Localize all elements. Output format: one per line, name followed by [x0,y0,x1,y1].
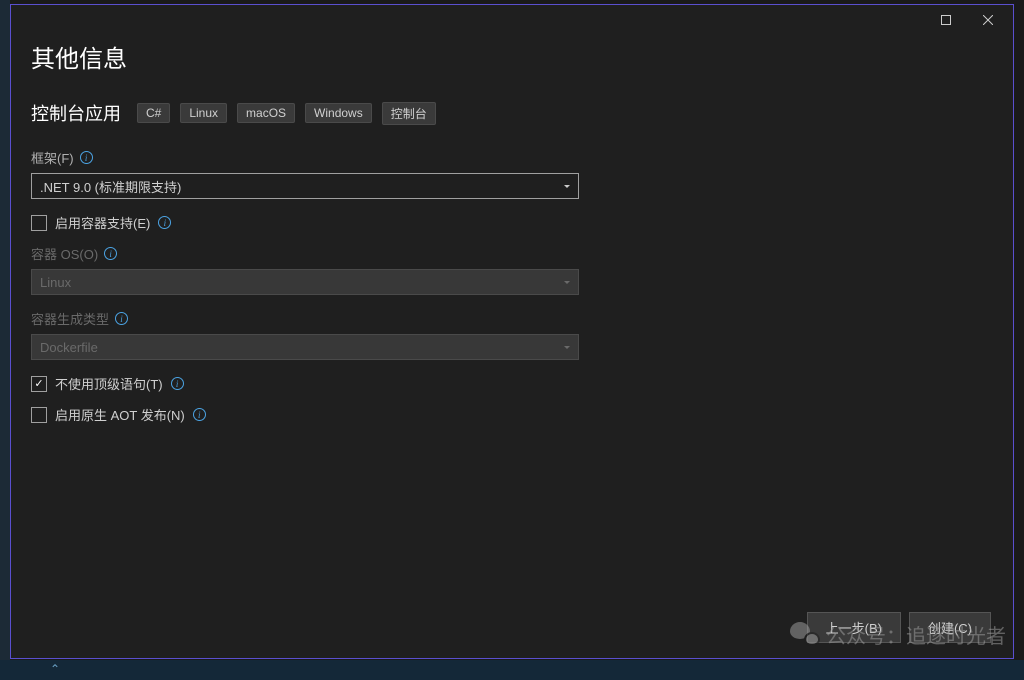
container-build-type-group: 容器生成类型 i Dockerfile [31,309,993,360]
subtitle: 控制台应用 [31,100,121,126]
chevron-down-icon [564,185,570,188]
container-support-label[interactable]: 启用容器支持(E) [55,213,150,232]
info-icon[interactable]: i [158,216,171,229]
close-button[interactable] [967,6,1009,34]
container-build-type-value: Dockerfile [40,340,98,355]
no-toplevel-label[interactable]: 不使用顶级语句(T) [55,374,163,393]
info-icon[interactable]: i [171,377,184,390]
container-os-value: Linux [40,275,71,290]
additional-info-dialog: 其他信息 控制台应用 C# Linux macOS Windows 控制台 框架… [10,4,1014,659]
info-icon[interactable]: i [80,151,93,164]
no-toplevel-row: 不使用顶级语句(T) i [31,374,993,393]
container-os-group: 容器 OS(O) i Linux [31,244,993,295]
container-build-type-label: 容器生成类型 [31,309,109,328]
subtitle-row: 控制台应用 C# Linux macOS Windows 控制台 [31,100,993,126]
tag-csharp: C# [137,103,170,123]
back-button[interactable]: 上一步(B) [807,612,901,643]
maximize-icon [941,15,951,25]
container-os-select: Linux [31,269,579,295]
tag-macos: macOS [237,103,295,123]
tag-windows: Windows [305,103,372,123]
editor-bottom-strip: ⌃ [0,660,1024,680]
container-os-label: 容器 OS(O) [31,244,98,263]
container-support-checkbox[interactable] [31,215,47,231]
aot-publish-row: 启用原生 AOT 发布(N) i [31,405,993,424]
tag-linux: Linux [180,103,227,123]
framework-group: 框架(F) i .NET 9.0 (标准期限支持) [31,148,993,199]
tag-console: 控制台 [382,102,436,125]
chevron-down-icon [564,281,570,284]
container-support-row: 启用容器支持(E) i [31,213,993,232]
chevron-down-icon [564,346,570,349]
info-icon[interactable]: i [115,312,128,325]
aot-publish-label[interactable]: 启用原生 AOT 发布(N) [55,405,185,424]
page-title: 其他信息 [31,39,993,74]
info-icon[interactable]: i [104,247,117,260]
maximize-button[interactable] [925,6,967,34]
framework-label: 框架(F) [31,148,74,167]
editor-left-edge [0,0,10,660]
create-button[interactable]: 创建(C) [909,612,991,643]
info-icon[interactable]: i [193,408,206,421]
no-toplevel-checkbox[interactable] [31,376,47,392]
chevron-icon: ⌃ [50,662,60,676]
titlebar [11,5,1013,35]
dialog-footer: 上一步(B) 创建(C) [11,596,1013,658]
close-icon [983,15,993,25]
framework-value: .NET 9.0 (标准期限支持) [40,177,181,196]
dialog-content: 其他信息 控制台应用 C# Linux macOS Windows 控制台 框架… [11,35,1013,596]
container-build-type-select: Dockerfile [31,334,579,360]
framework-select[interactable]: .NET 9.0 (标准期限支持) [31,173,579,199]
aot-publish-checkbox[interactable] [31,407,47,423]
